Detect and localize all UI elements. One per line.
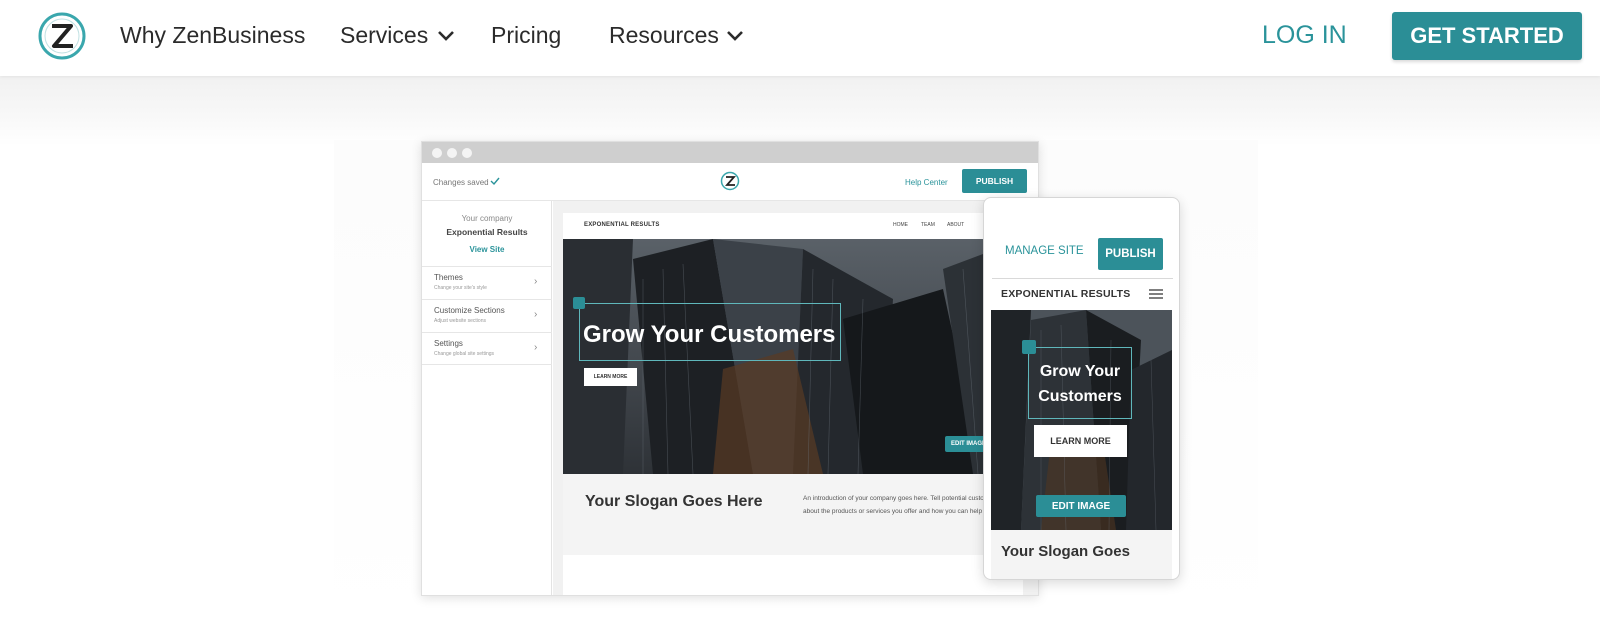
sidebar-item-title: Settings bbox=[434, 339, 463, 348]
site-brand: EXPONENTIAL RESULTS bbox=[1001, 288, 1131, 300]
editor-topbar: Changes saved Help Center PUBLISH bbox=[422, 163, 1038, 201]
pencil-icon bbox=[573, 297, 585, 309]
save-status: Changes saved bbox=[433, 178, 489, 187]
chevron-down-icon[interactable] bbox=[725, 27, 745, 45]
login-link[interactable]: LOG IN bbox=[1262, 18, 1347, 52]
slogan-heading: Your Slogan Goes Here bbox=[585, 493, 763, 510]
sidebar-item-subtitle: Change your site's style bbox=[434, 285, 487, 291]
intro-text: An introduction of your company goes her… bbox=[803, 495, 1001, 515]
hero-image: Grow Your Customers LEARN MORE EDIT IMAG… bbox=[991, 310, 1172, 530]
desktop-editor-preview: Changes saved Help Center PUBLISH Your c… bbox=[421, 141, 1039, 596]
nav-pricing[interactable]: Pricing bbox=[491, 18, 561, 52]
zenbusiness-logo-icon bbox=[720, 171, 740, 191]
hamburger-menu-icon bbox=[1149, 289, 1163, 299]
mobile-preview: MANAGE SITE PUBLISH EXPONENTIAL RESULTS … bbox=[983, 197, 1180, 580]
pencil-icon bbox=[1022, 340, 1036, 354]
window-dot bbox=[432, 148, 442, 158]
site-preview: EXPONENTIAL RESULTS HOME TEAM ABOUT Grow… bbox=[563, 213, 1023, 595]
slogan-heading: Your Slogan Goes bbox=[1001, 543, 1130, 560]
chevron-right-icon: › bbox=[534, 276, 538, 287]
view-site-link: View Site bbox=[469, 245, 505, 254]
hero-image: Grow Your Customers LEARN MORE EDIT IMAG… bbox=[563, 239, 1023, 474]
check-icon bbox=[490, 177, 500, 186]
get-started-button[interactable]: GET STARTED bbox=[1392, 12, 1582, 60]
window-dot bbox=[447, 148, 457, 158]
manage-site-link: MANAGE SITE bbox=[1005, 245, 1084, 257]
browser-chrome bbox=[422, 142, 1038, 163]
sidebar-item-title: Themes bbox=[434, 273, 463, 282]
publish-button: PUBLISH bbox=[1098, 238, 1163, 270]
site-nav-about: ABOUT bbox=[947, 222, 965, 228]
nav-why-zenbusiness[interactable]: Why ZenBusiness bbox=[120, 18, 305, 52]
learn-more-button: LEARN MORE bbox=[584, 368, 637, 386]
top-navigation: Why ZenBusiness Services Pricing Resourc… bbox=[0, 0, 1600, 76]
hero-title: Grow Your Customers bbox=[583, 321, 836, 348]
zenbusiness-logo-icon[interactable] bbox=[38, 12, 86, 60]
nav-services[interactable]: Services bbox=[340, 18, 428, 52]
site-brand: EXPONENTIAL RESULTS bbox=[584, 222, 660, 228]
company-name: Exponential Results bbox=[446, 227, 528, 237]
site-nav-home: HOME bbox=[893, 222, 908, 228]
divider bbox=[992, 278, 1173, 279]
sidebar-item-subtitle: Adjust website sections bbox=[434, 318, 486, 324]
hero-title: Grow Your Customers bbox=[1038, 363, 1122, 405]
help-center-link: Help Center bbox=[905, 178, 948, 187]
chevron-down-icon[interactable] bbox=[436, 27, 456, 45]
edit-image-button: EDIT IMAGE bbox=[1036, 495, 1126, 517]
sidebar-item-customize-sections: Customize Sections Adjust website sectio… bbox=[422, 299, 552, 332]
slogan-section: Your Slogan Goes Here An introduction of… bbox=[563, 474, 1023, 555]
editor-sidebar: Your company Exponential Results View Si… bbox=[422, 201, 552, 595]
site-nav-team: TEAM bbox=[921, 222, 935, 228]
sidebar-item-title: Customize Sections bbox=[434, 306, 505, 315]
window-dot bbox=[462, 148, 472, 158]
publish-button: PUBLISH bbox=[962, 169, 1027, 193]
editor-canvas: EXPONENTIAL RESULTS HOME TEAM ABOUT Grow… bbox=[553, 201, 1038, 595]
sidebar-item-subtitle: Change global site settings bbox=[434, 351, 495, 357]
slogan-section: Your Slogan Goes bbox=[991, 530, 1172, 579]
nav-resources[interactable]: Resources bbox=[609, 18, 719, 52]
sidebar-item-settings: Settings Change global site settings › bbox=[422, 332, 552, 365]
sidebar-item-themes: Themes Change your site's style › bbox=[422, 266, 552, 299]
company-label: Your company bbox=[461, 214, 513, 223]
chevron-right-icon: › bbox=[534, 309, 538, 320]
chevron-right-icon: › bbox=[534, 342, 538, 353]
learn-more-button: LEARN MORE bbox=[1034, 425, 1127, 457]
